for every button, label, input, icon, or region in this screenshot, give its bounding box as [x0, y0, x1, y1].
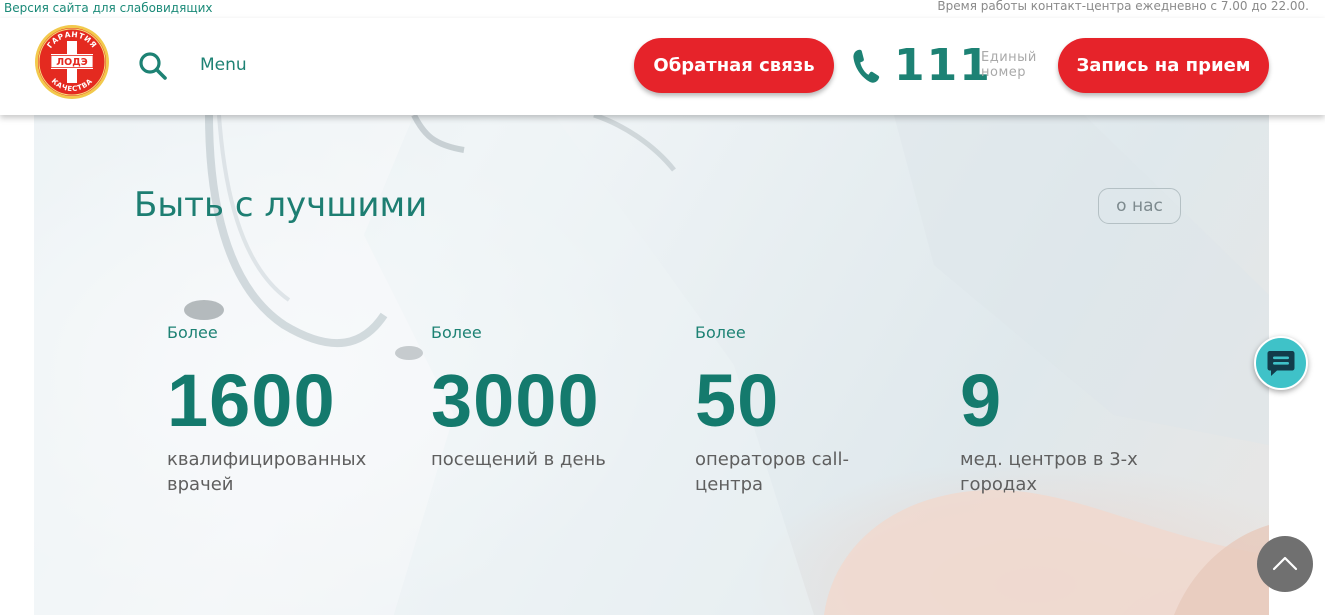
- stat-doctors: Более 1600 квалифицированных врачей: [167, 323, 407, 497]
- stat-label: квалифицированных врачей: [167, 447, 407, 497]
- menu-toggle[interactable]: Menu: [200, 55, 247, 75]
- search-icon[interactable]: [138, 51, 168, 81]
- chat-icon: [1267, 351, 1295, 376]
- logo-text-center: ЛОДЭ: [56, 57, 87, 68]
- stat-prefix: Более: [431, 323, 482, 342]
- scroll-to-top-button[interactable]: [1257, 536, 1313, 592]
- stat-value: 50: [695, 359, 780, 442]
- stat-value: 9: [960, 359, 1003, 442]
- stat-centers: 9 мед. центров в 3-х городах: [960, 323, 1200, 497]
- stat-label: операторов call- центра: [695, 447, 935, 497]
- stat-label-line2: врачей: [167, 474, 234, 495]
- stat-value: 1600: [167, 359, 336, 442]
- hero-section: Быть с лучшими о нас Более 1600 квалифиц…: [34, 115, 1269, 615]
- stat-visits: Более 3000 посещений в день: [431, 323, 671, 472]
- contact-center-hours: Время работы контакт-центра ежедневно с …: [937, 0, 1309, 13]
- accessibility-version-link[interactable]: Версия сайта для слабовидящих: [4, 1, 213, 15]
- appointment-button[interactable]: Запись на прием: [1058, 38, 1269, 93]
- chat-widget-button[interactable]: [1254, 336, 1308, 390]
- phone-icon: [853, 49, 880, 83]
- stat-label: посещений в день: [431, 447, 671, 472]
- stat-label-line1: посещений в день: [431, 449, 606, 470]
- phone-caption-line1: Единый: [981, 50, 1037, 65]
- stat-value: 3000: [431, 359, 600, 442]
- stat-label-line1: мед. центров в 3-х: [960, 449, 1138, 470]
- stat-label-line1: квалифицированных: [167, 449, 367, 470]
- phone-caption: Единый номер: [981, 50, 1037, 80]
- stat-operators: Более 50 операторов call- центра: [695, 323, 935, 497]
- stat-prefix: [960, 323, 1200, 343]
- stat-prefix: Более: [167, 323, 218, 342]
- feedback-button[interactable]: Обратная связь: [634, 38, 834, 93]
- stat-label: мед. центров в 3-х городах: [960, 447, 1200, 497]
- stat-prefix: Более: [695, 323, 746, 342]
- phone-caption-line2: номер: [981, 65, 1027, 80]
- about-us-button[interactable]: о нас: [1098, 188, 1181, 224]
- stat-label-line2: центра: [695, 474, 764, 495]
- hero-title: Быть с лучшими: [134, 185, 428, 225]
- unified-phone-number[interactable]: 111: [894, 40, 992, 91]
- top-strip: Версия сайта для слабовидящих Время рабо…: [0, 0, 1325, 20]
- chevron-up-icon: [1272, 556, 1298, 571]
- site-header: ГАРАНТИЯ КАЧЕСТВА ЛОДЭ Menu Обратная свя…: [0, 18, 1325, 115]
- lode-quality-logo[interactable]: ГАРАНТИЯ КАЧЕСТВА ЛОДЭ: [34, 24, 110, 100]
- stat-label-line2: городах: [960, 474, 1038, 495]
- stat-label-line1: операторов call-: [695, 449, 850, 470]
